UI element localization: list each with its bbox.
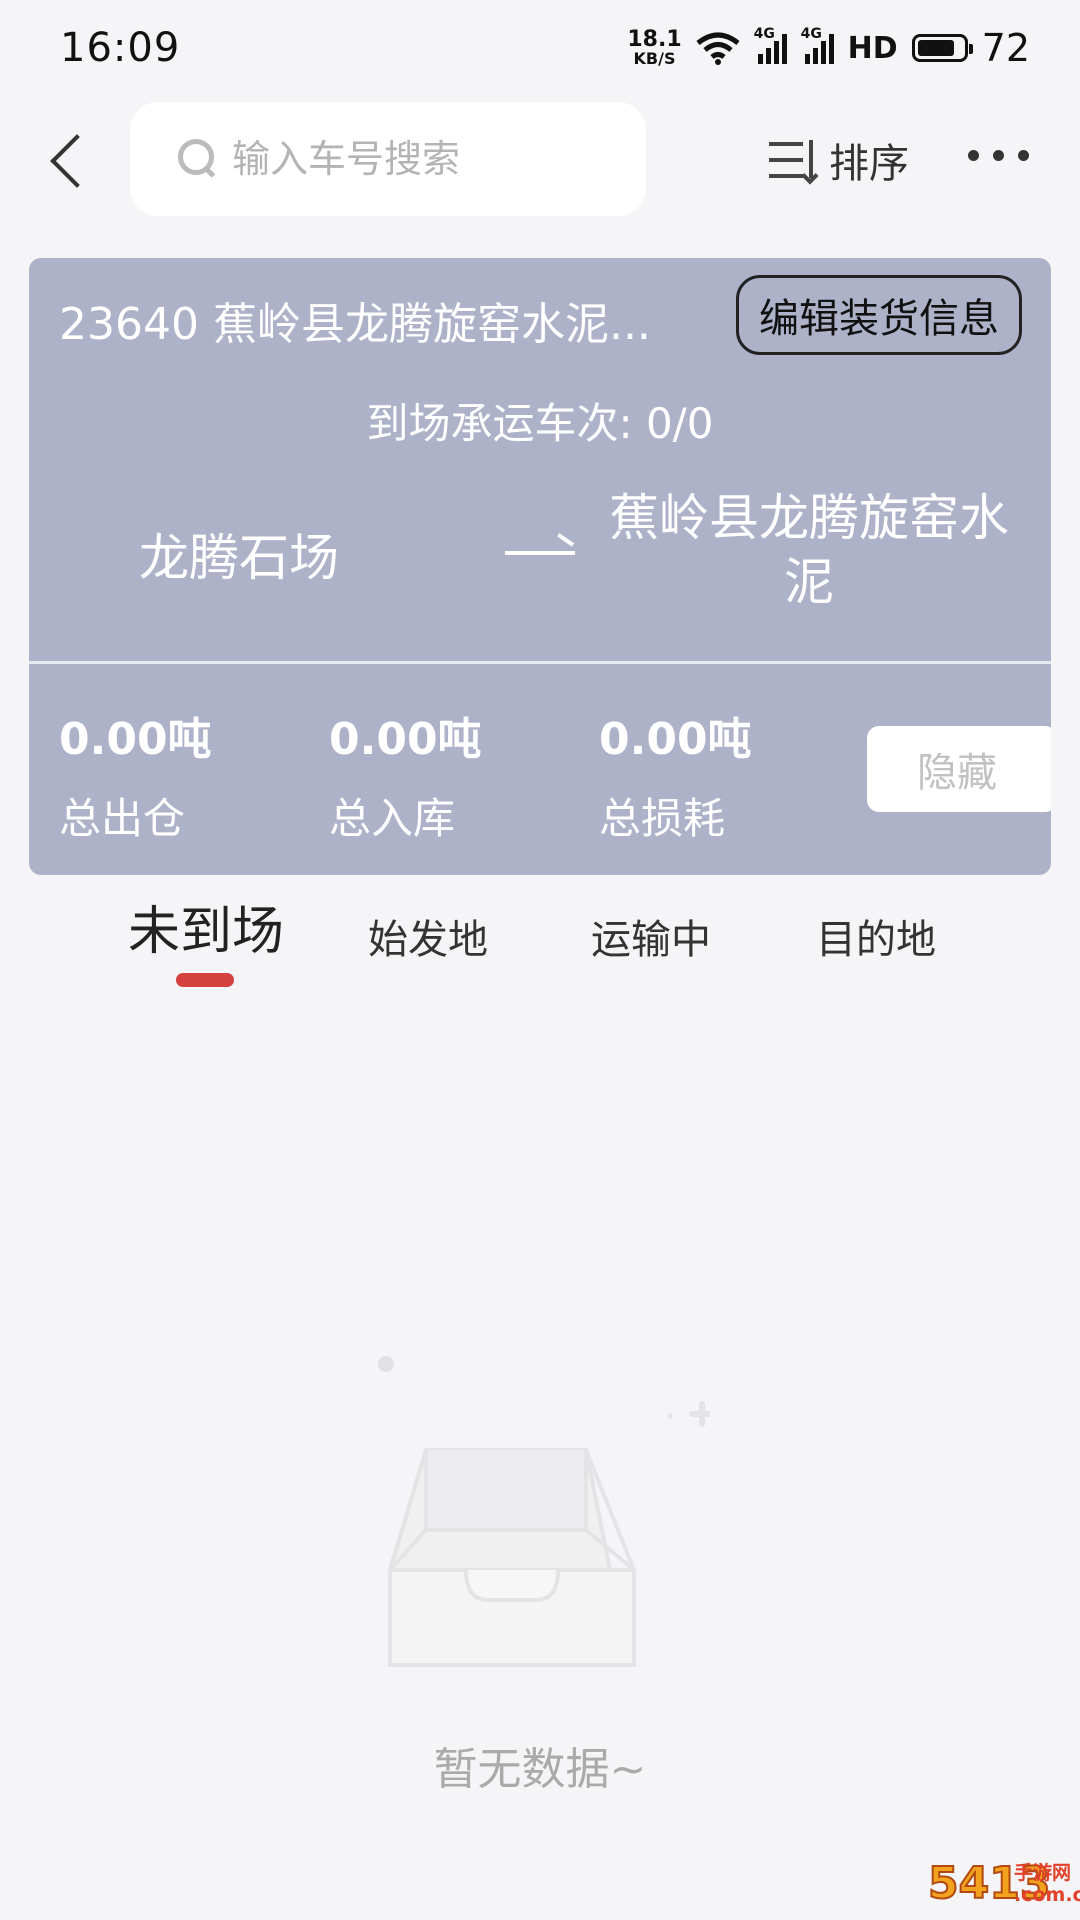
stat-value: 0.00吨: [329, 714, 482, 765]
sort-icon: [765, 134, 821, 186]
hide-button[interactable]: 隐藏: [867, 726, 1051, 812]
search-icon: [176, 137, 220, 181]
empty-state-text: 暂无数据~: [433, 1744, 647, 1795]
card-divider: [29, 661, 1051, 664]
sort-button[interactable]: 排序: [765, 130, 909, 190]
hd-indicator: HD: [847, 30, 898, 66]
network-speed-value: 18.1: [627, 27, 682, 52]
stat-label: 总损耗: [599, 794, 726, 843]
route-destination: 蕉岭县龙腾旋窑水泥: [609, 489, 1009, 611]
stat-total-out: 0.00吨 总出仓: [59, 703, 212, 846]
tab-not-arrived[interactable]: 未到场: [128, 889, 284, 964]
sort-label: 排序: [829, 141, 909, 187]
edit-loading-info-button[interactable]: 编辑装货信息: [736, 275, 1022, 355]
header: 排序: [0, 100, 1080, 220]
route-arrow-icon: [505, 543, 575, 563]
search-box[interactable]: [130, 102, 646, 216]
stat-value: 0.00吨: [59, 714, 212, 765]
status-time: 16:09: [60, 25, 181, 71]
stat-total-in: 0.00吨 总入库: [329, 703, 482, 846]
search-input[interactable]: [232, 137, 612, 181]
tab-active-indicator: [176, 973, 234, 987]
signal-icon: 4G: [801, 26, 834, 64]
stat-value: 0.00吨: [599, 714, 752, 765]
shipment-card: 23640 蕉岭县龙腾旋窑水泥... 编辑装货信息 到场承运车次: 0/0 龙腾…: [29, 258, 1051, 875]
network-speed-unit: KB/S: [633, 49, 676, 68]
stat-label: 总出仓: [59, 794, 186, 843]
signal-tag: 4G: [800, 26, 822, 42]
signal-icon: 4G: [754, 26, 787, 64]
battery-icon: [911, 34, 973, 62]
tab-destination[interactable]: 目的地: [816, 907, 936, 965]
network-speed: 18.1 KB/S: [627, 29, 681, 67]
watermark-logo: 5413 手游网.com.cn: [927, 1856, 1080, 1920]
more-icon[interactable]: [968, 150, 1029, 161]
stat-total-loss: 0.00吨 总损耗: [599, 703, 752, 846]
status-bar: 16:09 18.1 KB/S 4G 4G HD 72: [0, 0, 1080, 96]
empty-box-icon: [378, 1356, 710, 1667]
trip-count: 到场承运车次: 0/0: [366, 399, 714, 448]
signal-tag: 4G: [753, 26, 775, 42]
wifi-icon: [696, 32, 740, 65]
stat-label: 总入库: [329, 794, 456, 843]
battery-percent: 72: [981, 26, 1030, 70]
card-title: 23640 蕉岭县龙腾旋窑水泥...: [59, 299, 651, 350]
tab-origin[interactable]: 始发地: [368, 907, 488, 965]
tab-in-transit[interactable]: 运输中: [591, 907, 711, 965]
status-icons: 18.1 KB/S 4G 4G HD 72: [627, 26, 1030, 70]
back-button[interactable]: [40, 130, 100, 190]
route-origin: 龙腾石场: [139, 529, 339, 587]
watermark-text: 手游网.com.cn: [1014, 1862, 1080, 1906]
status-tabs: 未到场 始发地 运输中 目的地: [0, 895, 1080, 1005]
